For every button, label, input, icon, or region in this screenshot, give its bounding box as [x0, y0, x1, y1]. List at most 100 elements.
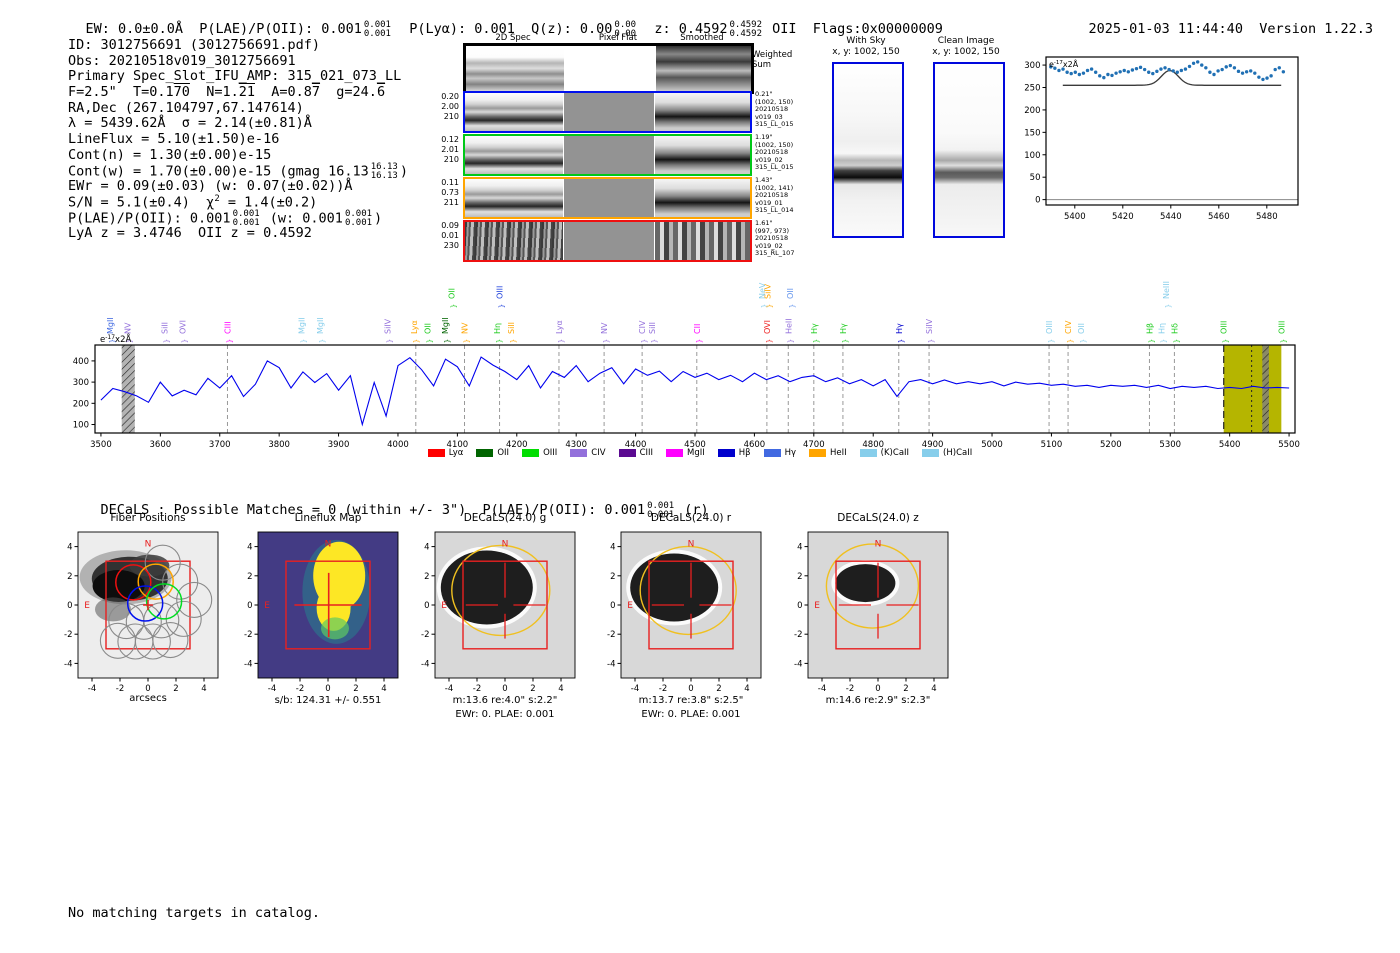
legend-item: Hβ — [717, 448, 751, 458]
fiber-row-images — [463, 91, 752, 133]
smoothed-image — [655, 136, 750, 174]
fiber-row-annotations: 0.21" (1002, 150) 20210518 v019_03 315_LL_01… — [755, 90, 794, 129]
svg-text:5420: 5420 — [1112, 212, 1134, 222]
emission-line-label: Hγ — [895, 323, 904, 334]
fiber-row-weights: 0.12 2.01 210 — [441, 135, 459, 164]
svg-text:4: 4 — [931, 684, 936, 694]
svg-text:300: 300 — [1024, 61, 1040, 71]
pixel-flat-image — [563, 136, 656, 174]
legend-swatch — [570, 449, 588, 457]
cutout-decals-r: N E -4 -4 -2 -2 0 0 2 2 4 4 — [607, 531, 762, 694]
withsky-image — [832, 62, 904, 238]
emission-line-label: SiII — [507, 322, 516, 334]
svg-text:0: 0 — [67, 601, 72, 611]
elixer-report-page: EW: 0.0±0.0Å P(LAE)/P(OII): 0.001 0.001 0.… — [0, 0, 1400, 953]
info-line: S/N = 5.1(±0.4) χ2 = 1.4(±0.2) — [68, 193, 318, 211]
info-line: F=2.5" T=0.170 N=1.21 A=0.87 g=24.6 — [68, 84, 386, 101]
svg-text:4: 4 — [381, 684, 386, 694]
smoothed-image — [655, 179, 750, 217]
emission-line-label: MgII — [298, 317, 307, 334]
emission-line-label: Hη — [493, 323, 502, 334]
svg-text:5440: 5440 — [1160, 212, 1182, 222]
svg-text:{: { — [788, 304, 796, 308]
emission-line-label: OII — [786, 288, 795, 299]
svg-text:4: 4 — [247, 543, 252, 553]
fiber-row-weights: 0.11 0.73 211 — [441, 178, 459, 207]
fiber-row-images — [463, 220, 752, 262]
fiber-row-annotations: 1.19" (1002, 150) 20210518 v019_02 315_LL_01… — [755, 133, 794, 172]
legend-item: OIII — [522, 448, 557, 458]
svg-text:2: 2 — [903, 684, 908, 694]
cutout-title: Lineflux Map — [294, 512, 362, 524]
svg-text:{: { — [1079, 339, 1087, 343]
info-line: Cont(n) = 1.30(±0.00)e-15 — [68, 146, 272, 163]
compass-east-label: E — [627, 601, 633, 611]
svg-text:-4: -4 — [631, 684, 639, 694]
stacked-uncertainty: 0.001 0.001 — [344, 208, 373, 228]
svg-text:0: 0 — [875, 684, 880, 694]
svg-text:e-17x2Å: e-17x2Å — [1049, 58, 1079, 69]
fiber-row-annotations: 1.61" (997, 973) 20210518 v019_02 315_RL_107 — [755, 219, 795, 258]
emission-line-label: Hβ — [1145, 323, 1154, 334]
emission-line-label: NeIII — [1162, 281, 1171, 299]
cutout-title: DECaLS(24.0) r — [650, 512, 732, 524]
svg-text:100: 100 — [73, 421, 89, 431]
svg-text:0: 0 — [424, 601, 429, 611]
svg-text:{: { — [812, 339, 820, 343]
svg-text:2: 2 — [353, 684, 358, 694]
cutout-title: Fiber Positions — [110, 512, 186, 524]
emission-line-label: SiII — [648, 322, 657, 334]
header-datetime: 2025-01-03 11:44:40 Version 1.22.3 — [1056, 5, 1374, 53]
compass-north-label: N — [145, 540, 152, 550]
svg-text:-2: -2 — [421, 630, 429, 640]
svg-text:-2: -2 — [659, 684, 667, 694]
svg-text:4: 4 — [67, 543, 72, 553]
emission-line-label: Hδ — [1170, 323, 1179, 334]
weighted-pixelflat-image — [564, 46, 657, 91]
emission-line-label: MgII — [316, 317, 325, 334]
emission-line-label: Hγ — [810, 323, 819, 334]
svg-text:5500: 5500 — [1278, 440, 1300, 450]
smoothed-image — [655, 222, 750, 260]
twod-weighted-sum-row — [463, 43, 754, 94]
svg-text:3600: 3600 — [150, 440, 172, 450]
legend-swatch — [922, 449, 940, 457]
cutout-title: DECaLS(24.0) z — [837, 512, 919, 524]
legend-swatch — [859, 449, 877, 457]
svg-text:{: { — [300, 339, 308, 343]
info-line: λ = 5439.62Å σ = 2.14(±0.81)Å — [68, 115, 312, 132]
emission-line-label: OII — [1077, 323, 1086, 334]
svg-text:200: 200 — [1024, 106, 1040, 116]
svg-text:{: { — [495, 339, 503, 343]
svg-text:0: 0 — [610, 601, 615, 611]
weighted-sum-label: Weighted Sum — [752, 50, 793, 70]
emission-line-label: OII — [424, 323, 433, 334]
twod-spec-image — [465, 222, 564, 260]
emission-line-label: Lyα — [555, 320, 564, 334]
svg-text:3800: 3800 — [268, 440, 290, 450]
emission-line-label: OVI — [178, 320, 187, 334]
legend-swatch — [476, 449, 494, 457]
report-datetime: 2025-01-03 11:44:40 — [1088, 21, 1243, 37]
svg-text:50: 50 — [1030, 173, 1041, 183]
svg-text:-4: -4 — [794, 659, 802, 669]
stacked-uncertainty: 16.13 16.13 — [370, 161, 398, 181]
svg-text:-4: -4 — [421, 659, 429, 669]
svg-text:{: { — [640, 339, 648, 343]
smoothed-image — [655, 93, 750, 131]
svg-text:{: { — [449, 304, 457, 308]
detection-info-block: ID: 3012756691 (3012756691.pdf) Obs: 2021… — [68, 37, 408, 241]
fiber-row-annotations: 1.43" (1002, 141) 20210518 v019_01 315_LL_01… — [755, 176, 794, 215]
legend-item: HeII — [809, 448, 847, 458]
svg-text:3700: 3700 — [209, 440, 231, 450]
svg-text:0: 0 — [688, 684, 693, 694]
cutout-caption2: EWr: 0. PLAE: 0.001 — [641, 709, 741, 720]
legend-swatch — [618, 449, 636, 457]
emission-line-label: OVI — [763, 320, 772, 334]
svg-text:4: 4 — [424, 543, 429, 553]
svg-text:{: { — [163, 339, 171, 343]
svg-text:{: { — [1066, 339, 1074, 343]
info-line: Primary Spec_Slot_IFU_AMP: 315_021_073_L… — [68, 68, 402, 85]
cleanimage-title: Clean Image x, y: 1002, 150 — [932, 36, 1000, 57]
svg-text:-4: -4 — [445, 684, 453, 694]
